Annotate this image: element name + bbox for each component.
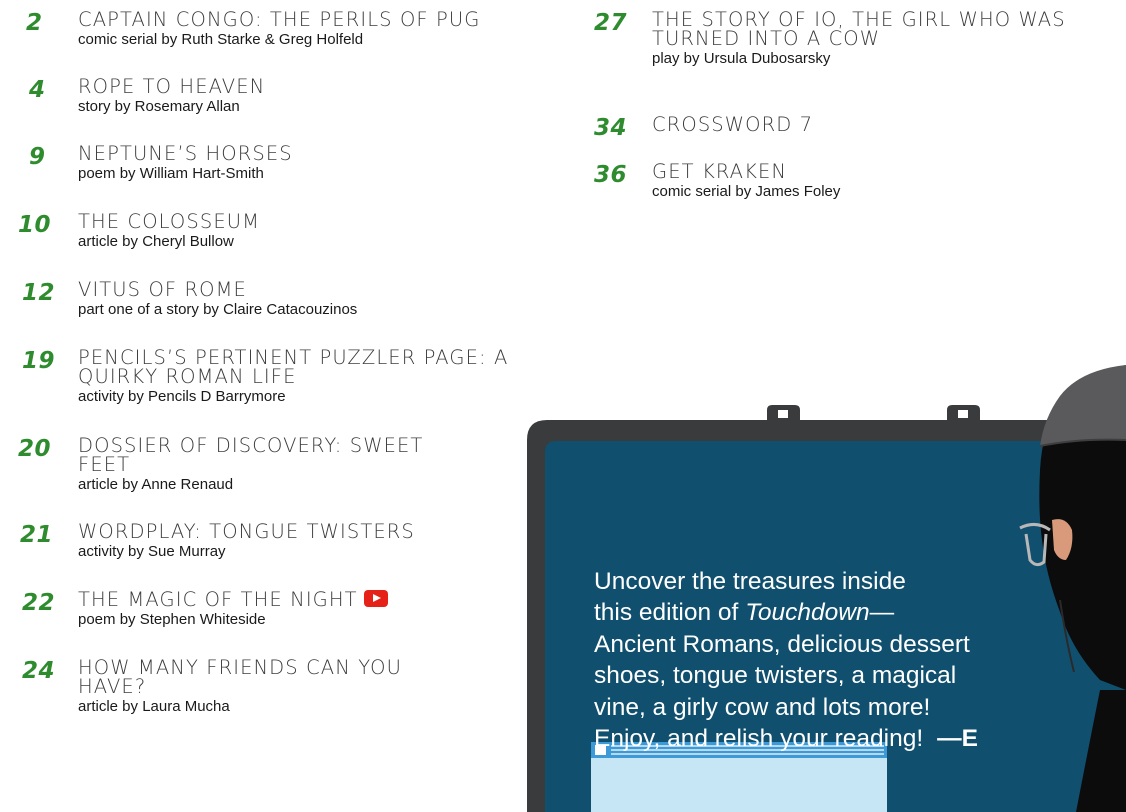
- toc-entry-24: 24 HOW MANY FRIENDS CAN YOU HAVE? articl…: [20, 658, 540, 717]
- toc-entry-4: 4 ROPE TO HEAVEN story by Rosemary Allan: [20, 77, 540, 117]
- page-number: 36: [594, 162, 628, 188]
- editor-note-line: vine, a girly cow and lots more!: [594, 693, 931, 721]
- entry-title: CAPTAIN CONGO: THE PERILS OF PUG: [78, 8, 481, 31]
- entry-title: PENCILS’S PERTINENT PUZZLER PAGE: A QUIR…: [78, 346, 509, 388]
- page-number: 20: [18, 436, 52, 462]
- page-number: 4: [29, 77, 46, 103]
- entry-byline: poem by William Hart-Smith: [78, 165, 264, 182]
- page-number: 12: [22, 280, 56, 306]
- page-number: 2: [26, 10, 43, 36]
- editor-note-line: Enjoy, and relish your reading! —E: [594, 723, 1024, 754]
- editor-signature: —E: [937, 725, 978, 753]
- entry-byline: article by Laura Mucha: [78, 698, 230, 715]
- toc-entry-27: 27 THE STORY OF IO, THE GIRL WHO WAS TUR…: [594, 10, 1126, 69]
- toc-entry-2: 2 CAPTAIN CONGO: THE PERILS OF PUG comic…: [20, 10, 540, 50]
- editor-note-text: Enjoy, and relish your reading!: [594, 725, 924, 753]
- page-number: 10: [18, 212, 52, 238]
- entry-title: NEPTUNE’S HORSES: [78, 142, 293, 165]
- page-number: 27: [594, 10, 628, 36]
- entry-byline: comic serial by James Foley: [652, 183, 841, 200]
- toc-entry-9: 9 NEPTUNE’S HORSES poem by William Hart-…: [20, 144, 540, 184]
- youtube-play-icon[interactable]: [363, 590, 388, 607]
- entry-title: GET KRAKEN: [652, 160, 788, 183]
- toc-entry-12: 12 VITUS OF ROME part one of a story by …: [20, 280, 540, 320]
- page-number: 22: [22, 590, 56, 616]
- editor-note-line: shoes, tongue twisters, a magical: [594, 662, 957, 690]
- entry-title: THE STORY OF IO, THE GIRL WHO WAS TURNED…: [652, 8, 1066, 50]
- entry-title: HOW MANY FRIENDS CAN YOU HAVE?: [78, 656, 402, 698]
- entry-byline: article by Cheryl Bullow: [78, 233, 234, 250]
- page-number: 9: [29, 144, 46, 170]
- toc-entry-10: 10 THE COLOSSEUM article by Cheryl Bullo…: [18, 210, 540, 252]
- cap-icon: [1040, 365, 1126, 446]
- entry-byline: part one of a story by Claire Catacouzin…: [78, 301, 358, 318]
- editor-note-dash: —: [869, 599, 895, 627]
- editor-note-text: this edition of: [594, 599, 746, 627]
- entry-byline: story by Rosemary Allan: [78, 98, 240, 115]
- editor-note: Uncover the treasures inside this editio…: [594, 566, 1024, 754]
- entry-title: DOSSIER OF DISCOVERY: SWEET FEET: [78, 434, 424, 476]
- entry-byline: play by Ursula Dubosarsky: [652, 50, 831, 67]
- entry-title: CROSSWORD 7: [652, 113, 814, 136]
- toc-entry-21: 21 WORDPLAY: TONGUE TWISTERS activity by…: [20, 522, 540, 562]
- toc-entry-22: 22 THE MAGIC OF THE NIGHT poem by Stephe…: [20, 590, 540, 630]
- editor-note-line: Ancient Romans, delicious dessert: [594, 630, 970, 658]
- page-number: 34: [594, 115, 628, 141]
- toc-entry-19: 19 PENCILS’S PERTINENT PUZZLER PAGE: A Q…: [20, 348, 540, 407]
- page-number: 21: [20, 522, 54, 548]
- toc-entry-20: 20 DOSSIER OF DISCOVERY: SWEET FEET arti…: [18, 434, 540, 495]
- editor-note-line: this edition of Touchdown—: [594, 597, 1024, 628]
- entry-title: THE COLOSSEUM: [78, 210, 261, 233]
- entry-byline: poem by Stephen Whiteside: [78, 611, 266, 628]
- entry-byline: activity by Sue Murray: [78, 543, 226, 560]
- entry-byline: article by Anne Renaud: [78, 476, 234, 493]
- entry-title: THE MAGIC OF THE NIGHT: [78, 590, 540, 609]
- toc-entry-34: 34 CROSSWORD 7: [594, 113, 1114, 141]
- entry-byline: activity by Pencils D Barrymore: [78, 388, 286, 405]
- editor-note-line: Uncover the treasures inside: [594, 568, 906, 595]
- entry-title: VITUS OF ROME: [78, 278, 247, 301]
- entry-byline: comic serial by Ruth Starke & Greg Holfe…: [78, 31, 364, 48]
- page-number: 19: [22, 348, 56, 374]
- entry-title: WORDPLAY: TONGUE TWISTERS: [78, 520, 415, 543]
- entry-title: ROPE TO HEAVEN: [78, 75, 266, 98]
- magazine-name: Touchdown: [745, 599, 870, 627]
- entry-title-text: THE MAGIC OF THE NIGHT: [78, 588, 358, 611]
- toc-entry-36: 36 GET KRAKEN comic serial by James Fole…: [594, 162, 1114, 202]
- page-number: 24: [22, 658, 56, 684]
